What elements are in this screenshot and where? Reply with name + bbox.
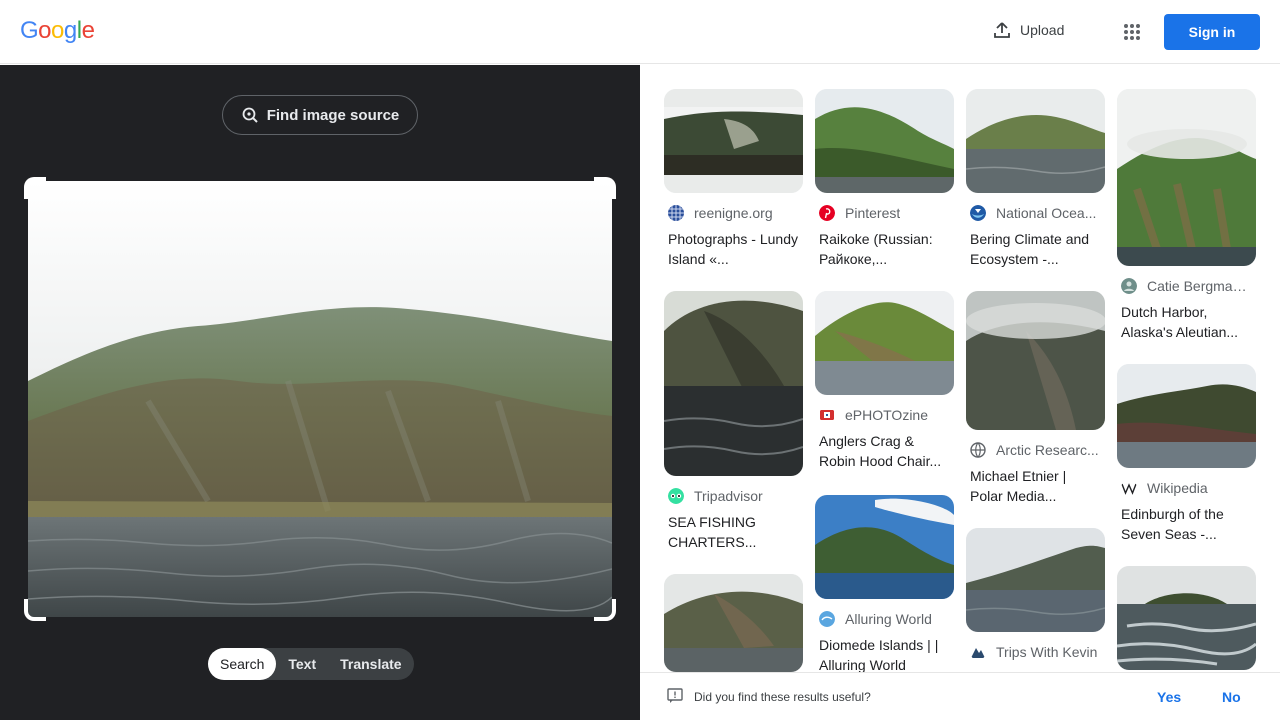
mode-tabs: Search Text Translate bbox=[208, 648, 414, 680]
result-thumbnail[interactable] bbox=[664, 291, 803, 476]
crop-handle-top-left[interactable] bbox=[24, 177, 46, 199]
result-thumbnail[interactable] bbox=[815, 291, 954, 395]
feedback-question: Did you find these results useful? bbox=[694, 690, 871, 704]
result-source: Alluring World bbox=[845, 611, 932, 627]
result-card[interactable]: Pinterest Raikoke (Russian: Райкоке,... bbox=[815, 89, 954, 269]
query-image[interactable] bbox=[24, 177, 616, 621]
alluring-world-icon bbox=[819, 611, 835, 627]
result-source: Wikipedia bbox=[1147, 480, 1208, 496]
person-icon bbox=[1121, 278, 1137, 294]
feedback-bar: Did you find these results useful? Yes N… bbox=[640, 672, 1280, 720]
result-title[interactable]: SEA FISHING CHARTERS... bbox=[668, 512, 799, 552]
result-title[interactable]: Bering Climate and Ecosystem -... bbox=[970, 229, 1101, 269]
result-source: Trips With Kevin bbox=[996, 644, 1098, 660]
result-card[interactable]: reenigne.org Photographs - Lundy Island … bbox=[664, 89, 803, 269]
result-source: ePHOTOzine bbox=[845, 407, 928, 423]
feedback-yes-button[interactable]: Yes bbox=[1157, 689, 1181, 705]
result-title[interactable]: Anglers Crag & Robin Hood Chair... bbox=[819, 431, 950, 471]
crop-handle-bottom-right[interactable] bbox=[594, 599, 616, 621]
result-thumbnail[interactable] bbox=[815, 495, 954, 599]
grid-favicon-icon bbox=[668, 205, 684, 221]
crop-handle-top-right[interactable] bbox=[594, 177, 616, 199]
logo-letter: o bbox=[51, 17, 64, 44]
query-image-panel: Find image source Search Text Translate bbox=[0, 65, 640, 720]
pinterest-icon bbox=[819, 205, 835, 221]
tab-text[interactable]: Text bbox=[276, 648, 328, 680]
result-title[interactable]: Dutch Harbor, Alaska's Aleutian... bbox=[1121, 302, 1252, 342]
result-title[interactable]: Raikoke (Russian: Райкоке,... bbox=[819, 229, 950, 269]
result-thumbnail[interactable] bbox=[664, 574, 803, 672]
result-source: National Ocea... bbox=[996, 205, 1097, 221]
result-thumbnail[interactable] bbox=[1117, 364, 1256, 468]
logo-letter: e bbox=[81, 17, 95, 44]
google-logo[interactable]: Google bbox=[20, 17, 95, 45]
ephotozine-icon bbox=[820, 410, 834, 420]
result-title[interactable]: Photographs - Lundy Island «... bbox=[668, 229, 799, 269]
result-card[interactable]: ePHOTOzine Anglers Crag & Robin Hood Cha… bbox=[815, 291, 954, 471]
upload-icon bbox=[994, 22, 1010, 38]
logo-letter: G bbox=[20, 17, 39, 44]
results-grid: reenigne.org Photographs - Lundy Island … bbox=[640, 65, 1280, 672]
result-source: Arctic Researc... bbox=[996, 442, 1099, 458]
find-image-source-button[interactable]: Find image source bbox=[222, 95, 418, 135]
result-title[interactable]: Diomede Islands | | Alluring World bbox=[819, 635, 950, 672]
result-source: Pinterest bbox=[845, 205, 901, 221]
globe-icon bbox=[970, 442, 986, 458]
find-image-source-label: Find image source bbox=[266, 106, 400, 124]
result-thumbnail[interactable] bbox=[966, 528, 1105, 632]
top-header: Google Upload Sign in bbox=[0, 0, 1280, 64]
trips-with-kevin-icon bbox=[971, 648, 985, 658]
tripadvisor-icon bbox=[668, 488, 684, 504]
tab-search[interactable]: Search bbox=[208, 648, 277, 680]
sign-in-button[interactable]: Sign in bbox=[1164, 14, 1260, 50]
upload-label: Upload bbox=[1020, 22, 1065, 38]
result-source: Catie Bergman... bbox=[1147, 278, 1252, 294]
result-thumbnail[interactable] bbox=[966, 291, 1105, 430]
result-card[interactable]: National Ocea... Bering Climate and Ecos… bbox=[966, 89, 1105, 269]
result-thumbnail[interactable] bbox=[1117, 566, 1256, 670]
tab-translate[interactable]: Translate bbox=[328, 648, 413, 680]
result-title[interactable]: Michael Etnier | Polar Media... bbox=[970, 466, 1101, 506]
wikipedia-icon bbox=[1121, 480, 1137, 496]
logo-letter: g bbox=[63, 17, 77, 44]
result-card[interactable]: Trips With Kevin bbox=[966, 528, 1105, 660]
result-thumbnail[interactable] bbox=[664, 89, 803, 193]
result-card[interactable] bbox=[1117, 566, 1256, 670]
result-card[interactable]: Alluring World Diomede Islands | | Allur… bbox=[815, 495, 954, 672]
result-thumbnail[interactable] bbox=[815, 89, 954, 193]
apps-grid-icon[interactable] bbox=[1120, 20, 1144, 44]
result-card[interactable] bbox=[664, 574, 803, 672]
result-card[interactable]: Arctic Researc... Michael Etnier | Polar… bbox=[966, 291, 1105, 506]
logo-letter: o bbox=[38, 17, 52, 44]
feedback-icon bbox=[667, 688, 683, 703]
result-card[interactable]: Wikipedia Edinburgh of the Seven Seas -.… bbox=[1117, 364, 1256, 544]
result-source: Tripadvisor bbox=[694, 488, 763, 504]
upload-button[interactable]: Upload bbox=[992, 20, 1064, 40]
result-card[interactable]: Tripadvisor SEA FISHING CHARTERS... bbox=[664, 291, 803, 552]
crop-handle-bottom-left[interactable] bbox=[24, 599, 46, 621]
feedback-no-button[interactable]: No bbox=[1222, 689, 1241, 705]
result-thumbnail[interactable] bbox=[1117, 89, 1256, 266]
result-title[interactable]: Edinburgh of the Seven Seas -... bbox=[1121, 504, 1252, 544]
noaa-icon bbox=[970, 205, 986, 221]
result-source: reenigne.org bbox=[694, 205, 773, 221]
result-thumbnail[interactable] bbox=[966, 89, 1105, 193]
lens-search-icon bbox=[242, 107, 258, 123]
result-card[interactable]: Catie Bergman... Dutch Harbor, Alaska's … bbox=[1117, 89, 1256, 342]
